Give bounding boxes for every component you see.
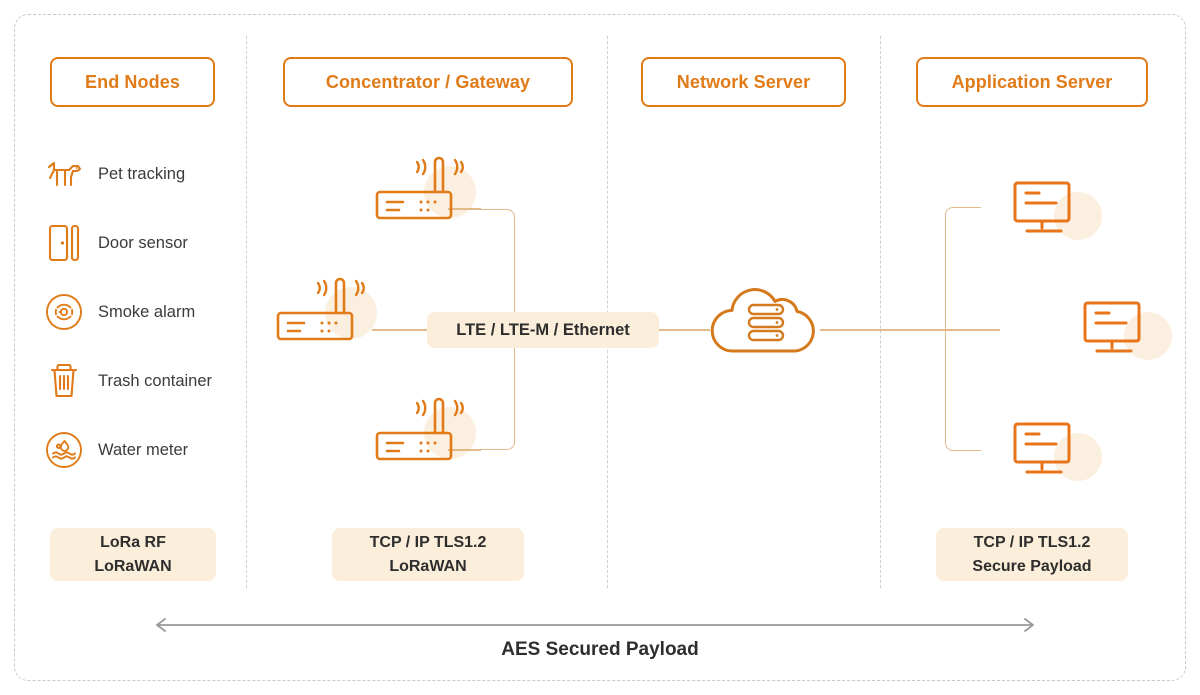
list-item[interactable]: Trash container [44, 357, 254, 405]
protocol-line-1: LoRa RF [100, 534, 166, 552]
column-header-end-nodes[interactable]: End Nodes [50, 57, 215, 107]
list-item-label: Pet tracking [98, 164, 186, 183]
list-item-label: Door sensor [98, 233, 188, 252]
list-item[interactable]: Water meter [44, 426, 254, 474]
connector-gateway-middle [372, 329, 432, 331]
list-item[interactable]: Smoke alarm [44, 288, 254, 336]
list-item-label: Smoke alarm [98, 302, 196, 321]
column-header-network-server[interactable]: Network Server [641, 57, 846, 107]
transport-label: LTE / LTE-M / Ethernet [456, 320, 630, 339]
column-header-concentrator-gateway[interactable]: Concentrator / Gateway [283, 57, 573, 107]
cloud-server-icon[interactable] [705, 283, 823, 364]
gateway-bottom[interactable] [373, 393, 479, 468]
protocol-box-gateway[interactable]: TCP / IP TLS1.2 LoRaWAN [332, 528, 524, 581]
protocol-line-2: LoRaWAN [389, 557, 467, 575]
column-header-application-server[interactable]: Application Server [916, 57, 1148, 107]
connector-pill-to-cloud [655, 329, 710, 331]
protocol-line-2: LoRaWAN [94, 557, 172, 575]
column-header-label: Concentrator / Gateway [325, 71, 531, 92]
lorawan-architecture-diagram: End Nodes Concentrator / Gateway Network… [0, 0, 1200, 695]
water-meter-icon [44, 430, 84, 470]
dog-icon [44, 154, 84, 194]
protocol-line-1: TCP / IP TLS1.2 [369, 534, 487, 552]
protocol-box-end-nodes[interactable]: LoRa RF LoRaWAN [50, 528, 216, 581]
column-header-label: Network Server [676, 71, 811, 92]
door-sensor-icon [44, 223, 84, 263]
column-divider-3 [880, 36, 881, 588]
list-item-label: Trash container [98, 371, 213, 390]
transport-label-pill[interactable]: LTE / LTE-M / Ethernet [427, 312, 659, 348]
protocol-line-2: Secure Payload [972, 557, 1092, 575]
column-header-label: Application Server [951, 71, 1113, 92]
aes-caption: AES Secured Payload [501, 639, 699, 660]
column-header-label: End Nodes [85, 71, 180, 92]
protocol-line-1: TCP / IP TLS1.2 [973, 534, 1091, 552]
double-headed-arrow-icon [148, 617, 1042, 633]
smoke-alarm-icon [44, 292, 84, 332]
gateway-top[interactable] [373, 152, 479, 227]
app-server-monitor-middle[interactable] [1082, 300, 1150, 365]
gateway-middle[interactable] [274, 273, 380, 348]
list-item-label: Water meter [98, 440, 189, 459]
list-item[interactable]: Door sensor [44, 219, 254, 267]
app-server-monitor-bottom[interactable] [1012, 421, 1080, 486]
end-node-list: Pet tracking Door sensor Smoke alarm Tra… [44, 150, 254, 495]
trash-container-icon [44, 361, 84, 401]
app-server-monitor-top[interactable] [1012, 180, 1080, 245]
list-item[interactable]: Pet tracking [44, 150, 254, 198]
connector-appserver-bracket [945, 207, 981, 451]
protocol-box-application-server[interactable]: TCP / IP TLS1.2 Secure Payload [936, 528, 1128, 581]
